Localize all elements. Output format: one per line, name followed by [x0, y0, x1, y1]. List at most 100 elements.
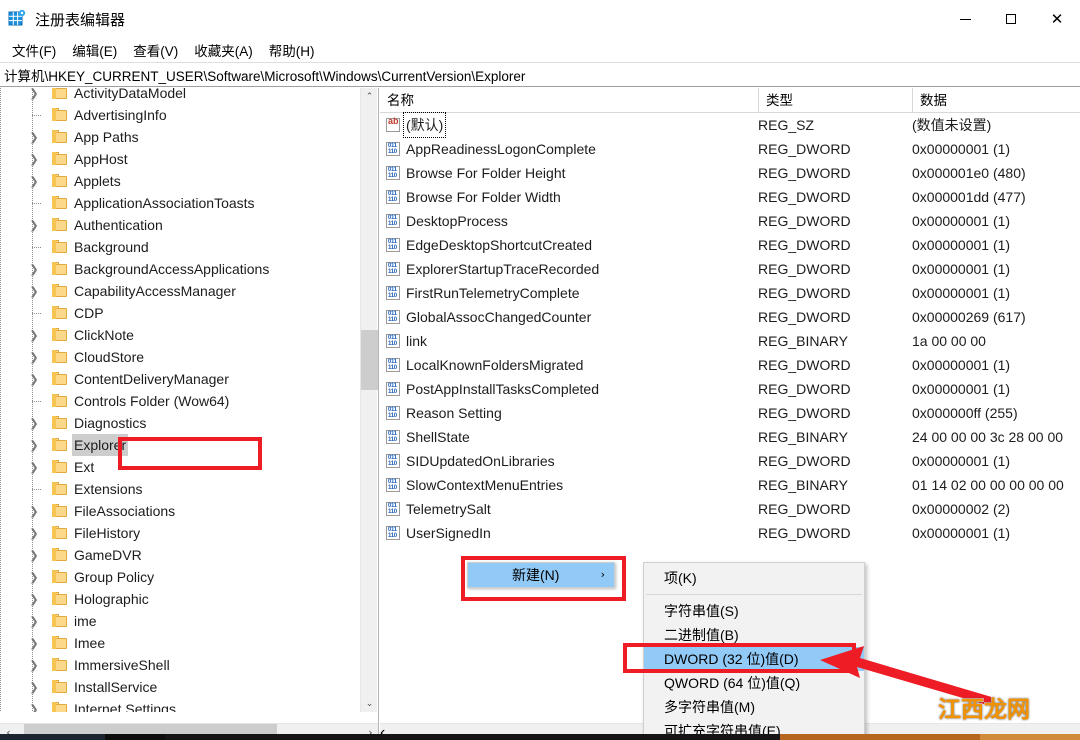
chevron-right-icon[interactable]: ❯ — [26, 566, 42, 588]
context-submenu-item[interactable]: 二进制值(B) — [644, 623, 864, 647]
tree-node-contentdeliverymanager[interactable]: ❯ ContentDeliveryManager — [0, 368, 360, 390]
tree-node-fileassociations[interactable]: ❯FileAssociations — [0, 500, 360, 522]
chevron-right-icon[interactable]: ❯ — [26, 610, 42, 632]
tree-node-advertisinginfo[interactable]: AdvertisingInfo — [0, 104, 360, 126]
chevron-right-icon[interactable]: ❯ — [26, 148, 42, 170]
chevron-right-icon[interactable]: ❯ — [26, 258, 42, 280]
close-button[interactable]: ✕ — [1034, 0, 1080, 38]
chevron-right-icon[interactable]: ❯ — [26, 544, 42, 566]
menu-help[interactable]: 帮助(H) — [261, 38, 323, 62]
menu-view[interactable]: 查看(V) — [125, 38, 186, 62]
tree-node-applicationassociationtoasts[interactable]: ApplicationAssociationToasts — [0, 192, 360, 214]
tree-node-filehistory[interactable]: ❯FileHistory — [0, 522, 360, 544]
value-row[interactable]: Reason SettingREG_DWORD0x000000ff (255) — [380, 401, 1080, 425]
tree-node-controls-folder-wow64[interactable]: Controls Folder (Wow64) — [0, 390, 360, 412]
value-row[interactable]: DesktopProcessREG_DWORD0x00000001 (1) — [380, 209, 1080, 233]
chevron-right-icon[interactable]: ❯ — [26, 434, 42, 456]
value-row[interactable]: TelemetrySaltREG_DWORD0x00000002 (2) — [380, 497, 1080, 521]
context-menu-item-new[interactable]: 新建(N) › — [468, 563, 614, 587]
tree-node-capabilityaccessmanager[interactable]: ❯CapabilityAccessManager — [0, 280, 360, 302]
context-submenu-item[interactable]: QWORD (64 位)值(Q) — [644, 671, 864, 695]
chevron-right-icon[interactable]: ❯ — [26, 214, 42, 236]
menu-file[interactable]: 文件(F) — [4, 38, 64, 62]
tree-node-cloudstore[interactable]: ❯CloudStore — [0, 346, 360, 368]
chevron-right-icon[interactable]: ❯ — [26, 368, 42, 390]
chevron-right-icon[interactable]: ❯ — [26, 698, 42, 712]
value-row[interactable]: AppReadinessLogonCompleteREG_DWORD0x0000… — [380, 137, 1080, 161]
tree-node-diagnostics[interactable]: ❯Diagnostics — [0, 412, 360, 434]
chevron-right-icon[interactable]: ❯ — [26, 126, 42, 148]
tree-node-immersiveshell[interactable]: ❯ImmersiveShell — [0, 654, 360, 676]
tree-node-explorer[interactable]: ❯Explorer — [0, 434, 360, 456]
tree-node-background[interactable]: Background — [0, 236, 360, 258]
tree-node-internet-settings[interactable]: ❯Internet Settings — [0, 698, 360, 712]
value-row[interactable]: LocalKnownFoldersMigratedREG_DWORD0x0000… — [380, 353, 1080, 377]
value-row[interactable]: FirstRunTelemetryCompleteREG_DWORD0x0000… — [380, 281, 1080, 305]
tree-node-label: Controls Folder (Wow64) — [72, 390, 231, 412]
tree-vertical-scrollbar[interactable]: ⌃ ⌄ — [360, 88, 377, 712]
chevron-right-icon[interactable]: ❯ — [26, 456, 42, 478]
column-data[interactable]: 数据 — [912, 88, 1080, 113]
tree-node-gamedvr[interactable]: ❯GameDVR — [0, 544, 360, 566]
tree-node-apphost[interactable]: ❯ AppHost — [0, 148, 360, 170]
context-submenu-item[interactable]: DWORD (32 位)值(D) — [644, 647, 864, 671]
tree-node-ime[interactable]: ❯ime — [0, 610, 360, 632]
value-row[interactable]: PostAppInstallTasksCompletedREG_DWORD0x0… — [380, 377, 1080, 401]
context-submenu-item[interactable]: 字符串值(S) — [644, 599, 864, 623]
value-row[interactable]: Browse For Folder WidthREG_DWORD0x000001… — [380, 185, 1080, 209]
menu-bar: 文件(F) 编辑(E) 查看(V) 收藏夹(A) 帮助(H) — [0, 38, 1080, 62]
tree-node-cdp[interactable]: CDP — [0, 302, 360, 324]
address-bar[interactable]: 计算机\HKEY_CURRENT_USER\Software\Microsoft… — [0, 62, 1080, 87]
menu-edit[interactable]: 编辑(E) — [64, 38, 125, 62]
value-row[interactable]: SIDUpdatedOnLibrariesREG_DWORD0x00000001… — [380, 449, 1080, 473]
tree-node-authentication[interactable]: ❯Authentication — [0, 214, 360, 236]
chevron-right-icon[interactable]: ❯ — [26, 412, 42, 434]
tree-node-app-paths[interactable]: ❯App Paths — [0, 126, 360, 148]
value-row[interactable]: ExplorerStartupTraceRecordedREG_DWORD0x0… — [380, 257, 1080, 281]
value-type: REG_DWORD — [758, 521, 851, 545]
chevron-right-icon[interactable]: ❯ — [26, 522, 42, 544]
tree-node-label: ContentDeliveryManager — [72, 368, 231, 390]
chevron-right-icon[interactable]: ❯ — [26, 500, 42, 522]
chevron-right-icon[interactable]: ❯ — [26, 88, 42, 104]
chevron-right-icon[interactable]: ❯ — [26, 346, 42, 368]
chevron-right-icon[interactable]: ❯ — [26, 324, 42, 346]
value-row[interactable]: linkREG_BINARY1a 00 00 00 — [380, 329, 1080, 353]
tree-node-extensions[interactable]: Extensions — [0, 478, 360, 500]
tree-node-holographic[interactable]: ❯Holographic — [0, 588, 360, 610]
tree-node-installservice[interactable]: ❯InstallService — [0, 676, 360, 698]
minimize-button[interactable] — [942, 0, 988, 38]
value-row[interactable]: EdgeDesktopShortcutCreatedREG_DWORD0x000… — [380, 233, 1080, 257]
context-submenu-item[interactable]: 项(K) — [644, 566, 864, 590]
tree-node-imee[interactable]: ❯Imee — [0, 632, 360, 654]
menu-favorites[interactable]: 收藏夹(A) — [186, 38, 261, 62]
column-type[interactable]: 类型 — [758, 88, 912, 113]
value-row[interactable]: Browse For Folder HeightREG_DWORD0x00000… — [380, 161, 1080, 185]
chevron-right-icon[interactable]: ❯ — [26, 632, 42, 654]
value-row[interactable]: ShellStateREG_BINARY24 00 00 00 3c 28 00… — [380, 425, 1080, 449]
tree-node-activitydatamodel[interactable]: ❯ActivityDataModel — [0, 88, 360, 104]
value-row[interactable]: UserSignedInREG_DWORD0x00000001 (1) — [380, 521, 1080, 545]
chevron-right-icon[interactable]: ❯ — [26, 588, 42, 610]
column-name[interactable]: 名称 — [380, 88, 758, 113]
value-type: REG_BINARY — [758, 425, 848, 449]
tree-node-ext[interactable]: ❯Ext — [0, 456, 360, 478]
chevron-right-icon[interactable]: ❯ — [26, 676, 42, 698]
tree-node-clicknote[interactable]: ❯ClickNote — [0, 324, 360, 346]
tree-node-group-policy[interactable]: ❯Group Policy — [0, 566, 360, 588]
scroll-down-arrow[interactable]: ⌄ — [361, 695, 378, 712]
scroll-up-arrow[interactable]: ⌃ — [361, 88, 378, 105]
value-row[interactable]: GlobalAssocChangedCounterREG_DWORD0x0000… — [380, 305, 1080, 329]
chevron-right-icon[interactable]: ❯ — [26, 654, 42, 676]
tree-node-backgroundaccessapplications[interactable]: ❯BackgroundAccessApplications — [0, 258, 360, 280]
chevron-right-icon[interactable]: ❯ — [26, 280, 42, 302]
maximize-button[interactable] — [988, 0, 1034, 38]
tree-scroll-thumb[interactable] — [361, 330, 378, 390]
tree-node-label: Applets — [72, 170, 123, 192]
tree-node-applets[interactable]: ❯ Applets — [0, 170, 360, 192]
context-submenu-item[interactable]: 多字符串值(M) — [644, 695, 864, 719]
value-row[interactable]: (默认)REG_SZ(数值未设置) — [380, 113, 1080, 137]
tree-node-label: AppHost — [72, 148, 130, 170]
chevron-right-icon[interactable]: ❯ — [26, 170, 42, 192]
value-row[interactable]: SlowContextMenuEntriesREG_BINARY01 14 02… — [380, 473, 1080, 497]
